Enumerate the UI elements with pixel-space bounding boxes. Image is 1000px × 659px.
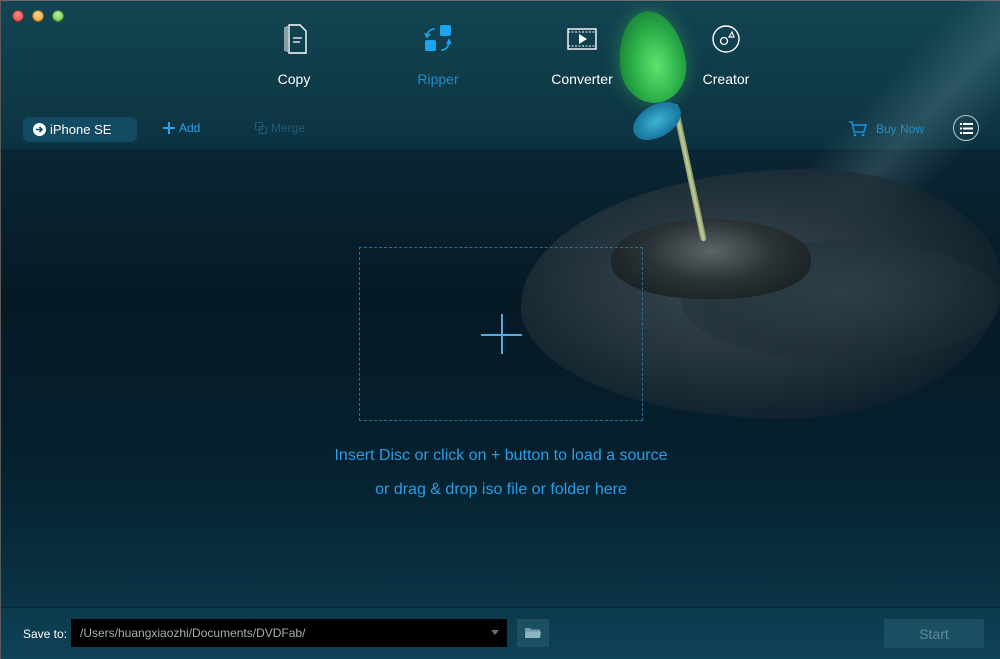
- arrow-right-circle-icon: [33, 123, 46, 136]
- add-button[interactable]: Add: [163, 121, 200, 135]
- ripper-icon: [424, 25, 452, 51]
- start-button[interactable]: Start: [884, 619, 984, 648]
- add-label: Add: [179, 121, 201, 135]
- browse-folder-button[interactable]: [517, 619, 549, 647]
- profile-selector-button[interactable]: iPhone SE: [23, 117, 137, 142]
- plus-icon: [163, 122, 175, 134]
- drop-hint-line2: or drag & drop iso file or folder here: [375, 481, 627, 498]
- output-path-value: /Users/huangxiaozhi/Documents/DVDFab/: [80, 626, 306, 640]
- add-source-plus-icon-bar: [481, 334, 522, 336]
- converter-icon: [567, 28, 597, 50]
- list-icon: [959, 122, 973, 134]
- merge-label: Merge: [271, 121, 306, 135]
- cart-icon: [849, 121, 867, 137]
- nav-copy-label: Copy: [277, 71, 311, 87]
- save-to-label: Save to:: [23, 627, 68, 641]
- toolbar: iPhone SE Add Merge Buy Now: [1, 113, 1000, 147]
- nav-converter[interactable]: Converter: [527, 21, 637, 99]
- nav-creator-label: Creator: [702, 71, 750, 87]
- main-menu-button[interactable]: [953, 115, 979, 141]
- drop-hint-line1: Insert Disc or click on + button to load…: [334, 447, 668, 464]
- copy-icon: [284, 24, 307, 54]
- folder-icon: [525, 628, 541, 638]
- app-window: Copy Ripper Converter Creator iPhone SE …: [0, 0, 1000, 659]
- nav-ripper[interactable]: Ripper: [383, 21, 493, 99]
- profile-label: iPhone SE: [50, 122, 112, 137]
- module-nav: Copy Ripper Converter Creator: [1, 21, 1000, 101]
- dropdown-caret-icon[interactable]: [491, 630, 499, 635]
- buy-now-label: Buy Now: [876, 122, 925, 136]
- nav-copy[interactable]: Copy: [239, 21, 349, 99]
- creator-icon: [712, 25, 740, 53]
- source-drop-zone[interactable]: [359, 247, 643, 421]
- nav-ripper-label: Ripper: [417, 71, 459, 87]
- merge-icon: [255, 122, 267, 134]
- bottom-bar: Save to: /Users/huangxiaozhi/Documents/D…: [1, 607, 1000, 659]
- nav-creator[interactable]: Creator: [671, 21, 781, 99]
- buy-now-button[interactable]: Buy Now: [849, 121, 924, 137]
- nav-converter-label: Converter: [551, 71, 613, 87]
- merge-button[interactable]: Merge: [255, 121, 305, 135]
- output-path-combobox[interactable]: /Users/huangxiaozhi/Documents/DVDFab/: [71, 619, 507, 647]
